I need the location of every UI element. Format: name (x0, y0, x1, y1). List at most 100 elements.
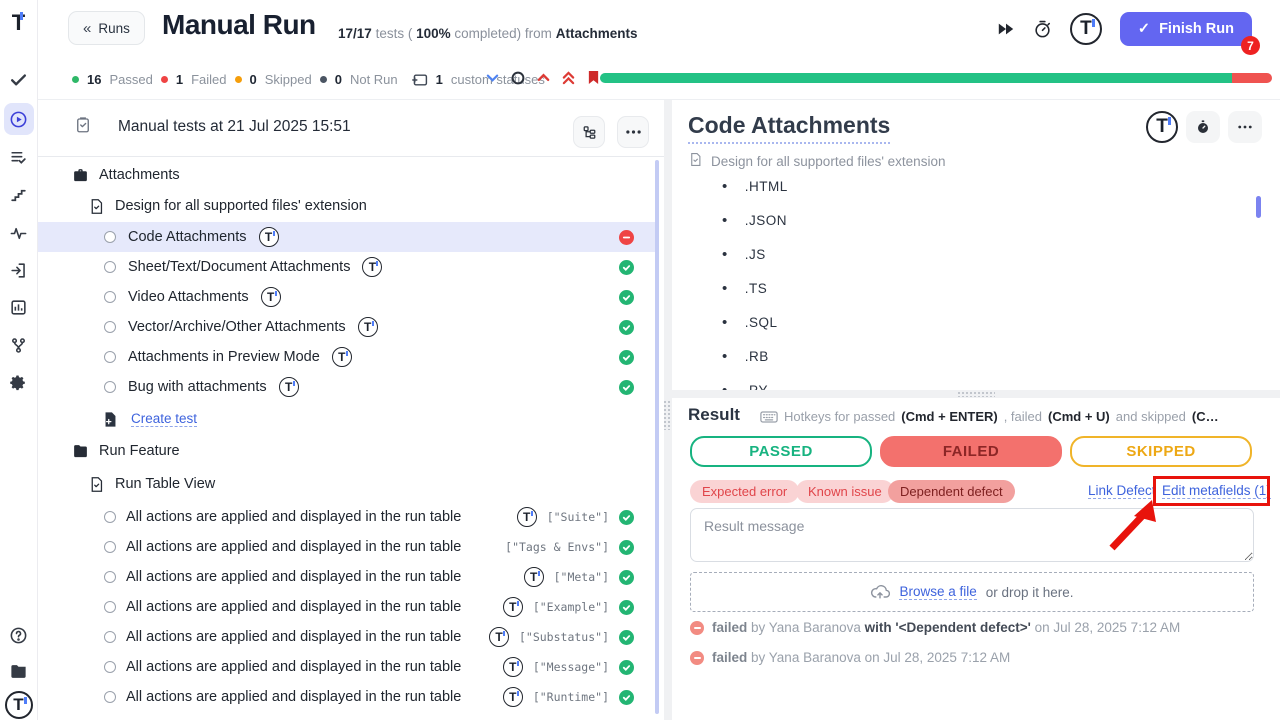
description-scrollbar[interactable] (1256, 196, 1261, 218)
tree-suite-attachments[interactable]: Attachments (38, 160, 658, 190)
tree-test-run-table-message[interactable]: All actions are applied and displayed in… (38, 652, 658, 682)
priority-highest-icon[interactable] (562, 71, 575, 85)
automated-test-icon: T (503, 597, 523, 617)
left-icon-rail: T T (0, 0, 38, 720)
suite-label: Run Feature (99, 443, 180, 459)
tree-scrollbar[interactable] (655, 160, 659, 714)
tree-feature-run-table-view[interactable]: Run Table View (38, 469, 658, 499)
tree-test-run-table-substatus[interactable]: All actions are applied and displayed in… (38, 622, 658, 652)
failed-button[interactable]: FAILED (880, 436, 1062, 467)
radio-icon (104, 661, 116, 673)
skipped-dot-icon (235, 76, 242, 83)
tree-test-run-table-meta[interactable]: All actions are applied and displayed in… (38, 562, 658, 592)
import-nav-icon[interactable] (4, 255, 34, 285)
priority-high-icon[interactable] (537, 73, 550, 82)
tree-test-run-table-example[interactable]: All actions are applied and displayed in… (38, 592, 658, 622)
automated-test-icon: T (503, 687, 523, 707)
passed-button[interactable]: PASSED (690, 436, 872, 467)
tree-more-button[interactable] (617, 116, 649, 148)
clipboard-check-icon (74, 116, 92, 139)
check-icon: ✓ (1138, 21, 1150, 37)
passed-status-icon (619, 320, 634, 335)
pulse-nav-icon[interactable] (4, 218, 34, 248)
passed-status-icon (619, 570, 634, 585)
radio-icon (104, 541, 116, 553)
page-title: Manual Run (162, 9, 316, 41)
circle-status-icon[interactable] (511, 71, 525, 85)
list-item: .TS (722, 280, 767, 297)
keyboard-icon (760, 411, 778, 423)
bookmark-icon[interactable] (587, 70, 600, 85)
create-test-row[interactable]: Create test (38, 404, 658, 434)
tree-test-preview-mode[interactable]: Attachments in Preview Mode T (38, 342, 658, 372)
more-options-button[interactable] (1228, 111, 1262, 143)
app-window: T T (0, 0, 1280, 720)
result-message-input[interactable] (690, 508, 1254, 562)
settings-nav-icon[interactable] (4, 368, 34, 398)
chevrons-left-icon: « (83, 20, 91, 37)
help-icon[interactable] (4, 620, 34, 650)
run-header: « Runs Manual Run 17/17 tests ( 100% com… (38, 0, 1280, 58)
project-logo-icon[interactable]: T (1070, 13, 1102, 45)
briefcase-icon (72, 167, 89, 184)
chip-known-issue[interactable]: Known issue (796, 480, 894, 503)
skipped-button[interactable]: SKIPPED (1070, 436, 1252, 467)
browse-file-link[interactable]: Browse a file (899, 584, 976, 600)
tree-test-sheet-attachments[interactable]: Sheet/Text/Document Attachments T (38, 252, 658, 282)
docs-folder-icon[interactable] (4, 656, 34, 686)
tree-view-button[interactable] (573, 116, 605, 148)
finish-run-button[interactable]: ✓ Finish Run 7 (1120, 12, 1252, 46)
link-defect-link[interactable]: Link Defect (1088, 483, 1156, 499)
chevron-down-icon[interactable] (486, 71, 499, 84)
tree-feature-design[interactable]: Design for all supported files' extensio… (38, 191, 658, 221)
runs-nav-icon[interactable] (4, 103, 34, 135)
annotation-highlight-box (1153, 476, 1270, 506)
timer-icon[interactable] (1033, 20, 1052, 39)
tests-nav-icon[interactable] (4, 64, 34, 94)
tree-test-video-attachments[interactable]: Video Attachments T (38, 282, 658, 312)
automated-test-icon: T (524, 567, 544, 587)
notrun-dot-icon (320, 76, 327, 83)
steps-nav-icon[interactable] (4, 180, 34, 210)
test-title[interactable]: Code Attachments (688, 112, 890, 144)
test-tag: ["Runtime"] (533, 690, 609, 704)
tree-test-code-attachments[interactable]: Code Attachments T (38, 222, 658, 252)
profile-logo-icon[interactable]: T (4, 690, 34, 720)
branches-nav-icon[interactable] (4, 330, 34, 360)
tree-header-divider (38, 156, 664, 157)
timer-button[interactable] (1186, 111, 1220, 143)
passed-status-icon (619, 690, 634, 705)
file-check-icon (88, 198, 105, 215)
failed-status-icon (619, 230, 634, 245)
test-detail-panel: Code Attachments T Design for all suppor… (672, 100, 1280, 720)
chip-dependent-defect[interactable]: Dependent defect (888, 480, 1015, 503)
file-upload-dropzone[interactable]: Browse a file or drop it here. (690, 572, 1254, 612)
app-logo-icon[interactable]: T (4, 8, 34, 38)
passed-status-icon (619, 380, 634, 395)
passed-status-icon (619, 630, 634, 645)
chip-expected-error[interactable]: Expected error (690, 480, 799, 503)
automated-test-icon: T (517, 507, 537, 527)
notification-badge: 7 (1241, 36, 1260, 55)
tree-test-vector-attachments[interactable]: Vector/Archive/Other Attachments T (38, 312, 658, 342)
back-to-runs-button[interactable]: « Runs (68, 11, 145, 45)
panel-splitter[interactable] (664, 100, 672, 720)
tree-suite-run-feature[interactable]: Run Feature (38, 436, 658, 466)
folder-icon (72, 443, 89, 460)
source-suite: Attachments (556, 26, 638, 41)
test-tag: ["Message"] (533, 660, 609, 674)
plans-nav-icon[interactable] (4, 142, 34, 172)
test-tag: ["Example"] (533, 600, 609, 614)
create-test-link[interactable]: Create test (131, 411, 197, 427)
analytics-nav-icon[interactable] (4, 292, 34, 322)
tree-test-bug-attachments[interactable]: Bug with attachments T (38, 372, 658, 402)
automated-test-icon[interactable]: T (1146, 111, 1178, 143)
run-status-bar: 16 Passed 1 Failed 0 Skipped 0 Not Run 1… (38, 60, 1280, 100)
tree-test-run-table-runtime[interactable]: All actions are applied and displayed in… (38, 682, 658, 712)
fast-forward-icon[interactable] (997, 22, 1015, 36)
tree-test-run-table-suite[interactable]: All actions are applied and displayed in… (38, 502, 658, 532)
result-splitter-grip[interactable] (957, 391, 995, 397)
radio-icon (104, 601, 116, 613)
list-item: .JSON (722, 212, 787, 229)
tree-test-run-table-tags[interactable]: All actions are applied and displayed in… (38, 532, 658, 562)
